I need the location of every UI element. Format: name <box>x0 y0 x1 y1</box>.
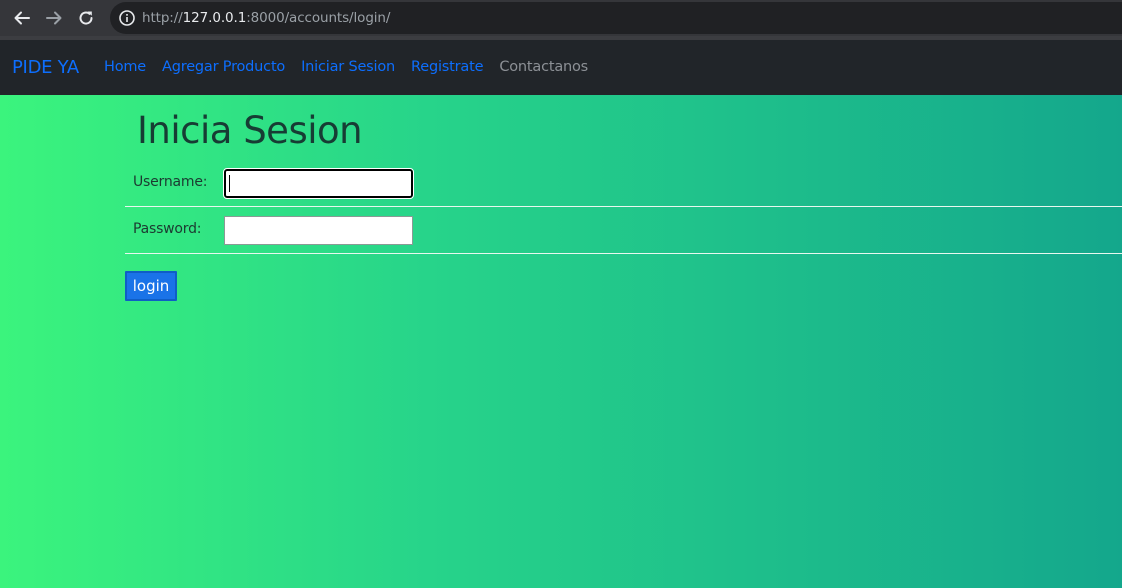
navbar-brand[interactable]: PIDE YA <box>12 57 79 78</box>
username-row: Username: <box>125 160 1122 207</box>
login-button[interactable]: login <box>125 271 177 301</box>
nav-link-home[interactable]: Home <box>104 59 146 75</box>
nav-link-registrate[interactable]: Registrate <box>411 59 483 75</box>
login-page: Inicia Sesion Username: Password: login <box>0 95 1122 588</box>
back-arrow-icon <box>14 11 30 25</box>
info-icon[interactable] <box>118 9 136 27</box>
username-input[interactable] <box>223 168 414 199</box>
back-button[interactable] <box>10 6 34 30</box>
reload-icon <box>79 11 93 25</box>
address-bar[interactable]: http://127.0.0.1:8000/accounts/login/ <box>110 2 1122 34</box>
nav-link-contactanos[interactable]: Contactanos <box>499 59 588 75</box>
browser-toolbar: http://127.0.0.1:8000/accounts/login/ <box>0 0 1122 36</box>
password-row: Password: <box>125 207 1122 254</box>
text-caret <box>229 175 230 192</box>
nav-link-agregar-producto[interactable]: Agregar Producto <box>162 59 285 75</box>
url-text: http://127.0.0.1:8000/accounts/login/ <box>142 10 390 26</box>
forward-button[interactable] <box>42 6 66 30</box>
reload-button[interactable] <box>74 6 98 30</box>
url-prefix: http:// <box>142 10 183 26</box>
page-title: Inicia Sesion <box>137 109 363 152</box>
site-navbar: PIDE YA Home Agregar Producto Iniciar Se… <box>0 40 1122 95</box>
url-host: 127.0.0.1 <box>182 10 247 26</box>
username-label: Username: <box>133 174 208 190</box>
password-input[interactable] <box>224 216 413 245</box>
password-label: Password: <box>133 221 202 237</box>
nav-link-iniciar-sesion[interactable]: Iniciar Sesion <box>301 59 395 75</box>
nav-links: Home Agregar Producto Iniciar Sesion Reg… <box>104 59 588 75</box>
forward-arrow-icon <box>46 11 62 25</box>
url-path: :8000/accounts/login/ <box>246 10 391 26</box>
